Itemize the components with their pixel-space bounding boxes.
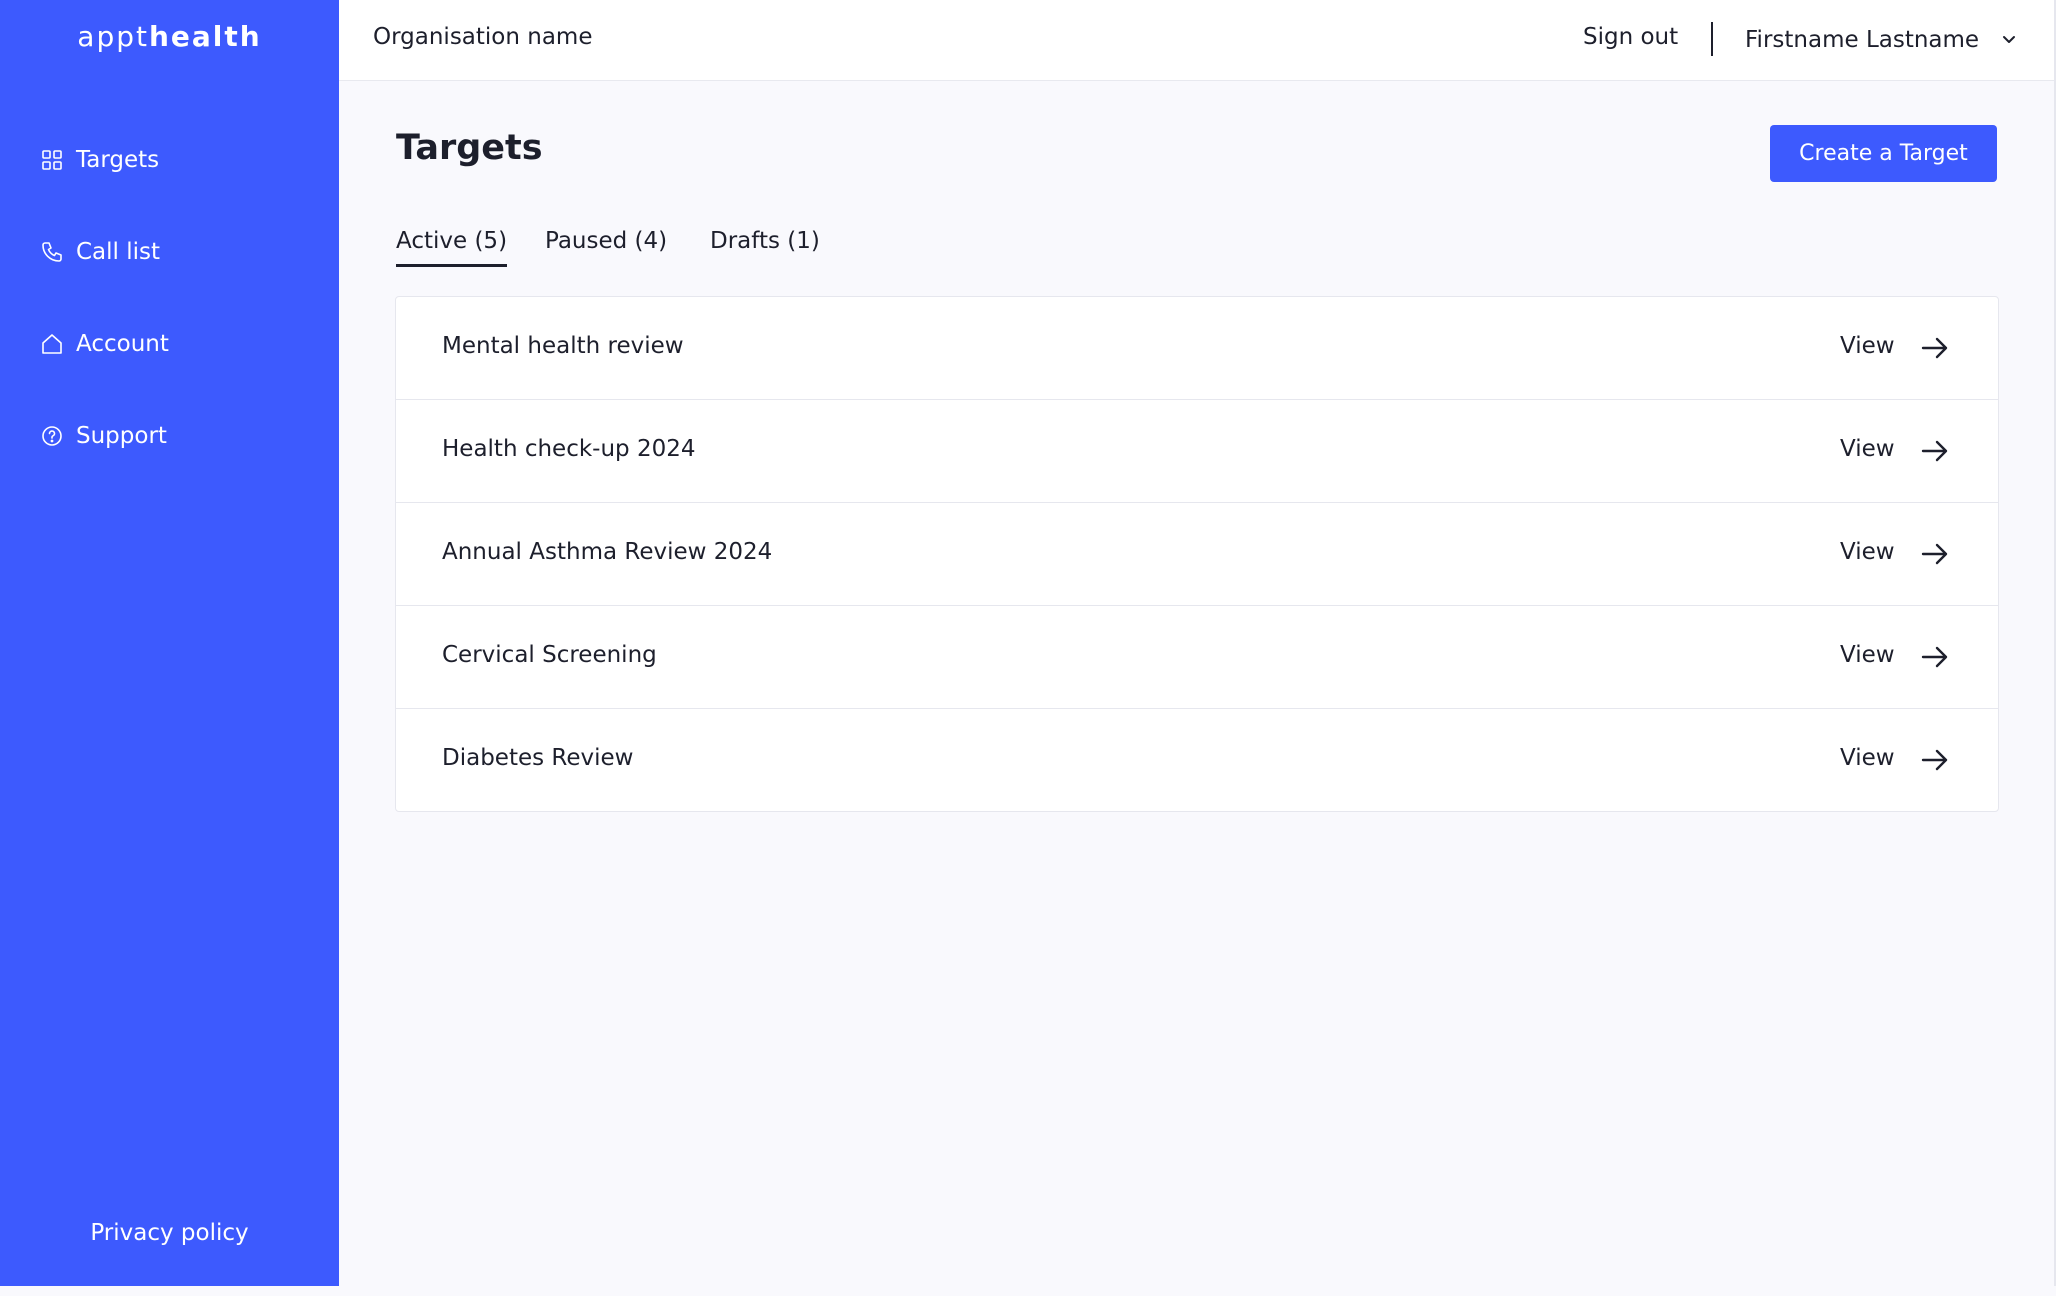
list-item[interactable]: Diabetes Review View (396, 709, 1998, 811)
sidebar-item-call-list[interactable]: Call list (40, 228, 160, 276)
sidebar-item-account[interactable]: Account (40, 320, 169, 368)
target-title: Annual Asthma Review 2024 (442, 539, 773, 565)
arrow-right-icon[interactable] (1920, 436, 1950, 466)
organisation-name: Organisation name (373, 24, 593, 50)
header-divider (1711, 22, 1713, 56)
create-target-button[interactable]: Create a Target (1770, 125, 1997, 182)
target-title: Diabetes Review (442, 745, 634, 771)
phone-icon (42, 242, 62, 262)
list-item[interactable]: Cervical Screening View (396, 606, 1998, 709)
target-title: Cervical Screening (442, 642, 657, 668)
sidebar-item-label: Targets (76, 147, 160, 173)
list-item[interactable]: Health check-up 2024 View (396, 400, 1998, 503)
sidebar-item-targets[interactable]: Targets (40, 136, 159, 184)
sidebar-item-support[interactable]: Support (40, 412, 167, 460)
view-link[interactable]: View (1840, 436, 1895, 462)
view-link[interactable]: View (1840, 333, 1895, 359)
arrow-right-icon[interactable] (1920, 539, 1950, 569)
home-icon (42, 334, 62, 354)
grid-icon (42, 150, 62, 170)
tab-drafts[interactable]: Drafts (1) (710, 228, 820, 264)
list-item[interactable]: Mental health review View (396, 297, 1998, 400)
arrow-right-icon[interactable] (1920, 745, 1950, 775)
tab-paused[interactable]: Paused (4) (545, 228, 667, 264)
target-title: Mental health review (442, 333, 684, 359)
list-item[interactable]: Annual Asthma Review 2024 View (396, 503, 1998, 606)
sidebar-item-label: Call list (76, 239, 161, 265)
logo-bold-text: health (148, 20, 262, 53)
user-name: Firstname Lastname (1745, 27, 1980, 53)
top-bar: Organisation name Sign out Firstname Las… (339, 0, 2056, 81)
sidebar-item-label: Support (76, 423, 167, 449)
target-list: Mental health review View Health check-u… (395, 296, 1999, 812)
sidebar-item-label: Account (76, 331, 169, 357)
user-menu[interactable]: Firstname Lastname (1745, 22, 2019, 58)
sidebar: appthealth Targets Call list Account Sup… (0, 0, 339, 1286)
logo-light-text: appt (77, 20, 149, 53)
view-link[interactable]: View (1840, 539, 1895, 565)
arrow-right-icon[interactable] (1920, 642, 1950, 672)
arrow-right-icon[interactable] (1920, 333, 1950, 363)
sign-out-link[interactable]: Sign out (1583, 24, 1678, 50)
app-logo[interactable]: appthealth (0, 20, 339, 53)
target-title: Health check-up 2024 (442, 436, 696, 462)
privacy-policy-link[interactable]: Privacy policy (0, 1220, 339, 1246)
chevron-down-icon (2003, 36, 2016, 43)
view-link[interactable]: View (1840, 745, 1895, 771)
view-link[interactable]: View (1840, 642, 1895, 668)
page-title: Targets (396, 128, 543, 168)
tab-active[interactable]: Active (5) (396, 228, 508, 267)
help-circle-icon (42, 426, 62, 446)
